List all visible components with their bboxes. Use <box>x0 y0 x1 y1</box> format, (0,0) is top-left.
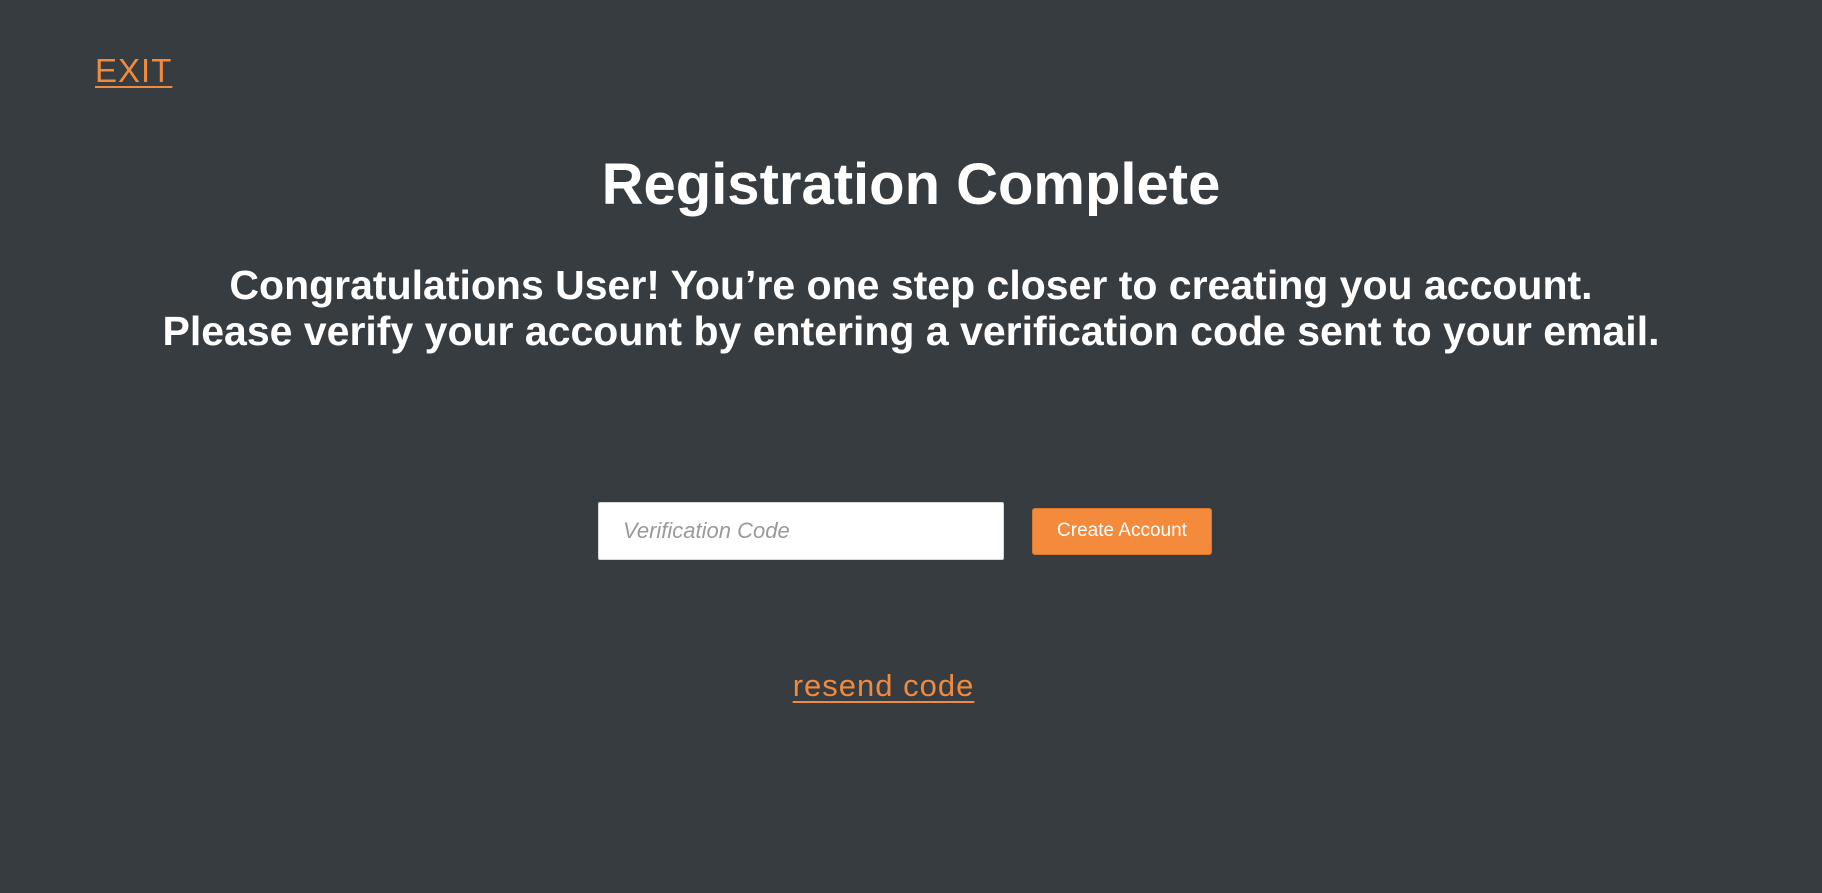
resend-code-link[interactable]: resend code <box>793 668 975 703</box>
message-line-2: Please verify your account by entering a… <box>162 308 1660 354</box>
verification-form: Create Account <box>598 502 1212 560</box>
create-account-button[interactable]: Create Account <box>1032 507 1212 555</box>
message-line-1: Congratulations User! You’re one step cl… <box>229 262 1593 308</box>
resend-code-container: resend code <box>0 668 1767 704</box>
page-title: Registration Complete <box>601 152 1221 217</box>
confirmation-message: Congratulations User! You’re one step cl… <box>0 262 1822 354</box>
exit-link[interactable]: EXIT <box>95 52 172 90</box>
verification-code-input[interactable] <box>598 502 1004 560</box>
